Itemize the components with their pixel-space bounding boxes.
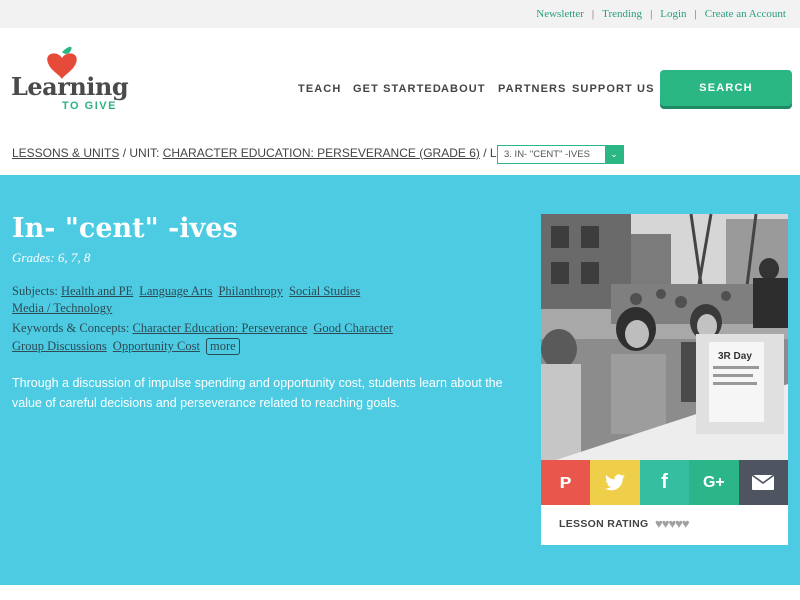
facebook-icon[interactable]: f — [639, 460, 690, 505]
breadcrumb-lessons-link[interactable]: LESSONS & UNITS — [12, 146, 119, 160]
nav-support-us[interactable]: SUPPORT US — [572, 83, 655, 95]
lesson-card: 3R Day ᴘ f G+ LESSON RATING ♥♥♥♥♥ — [541, 214, 788, 545]
newsletter-link[interactable]: Newsletter — [536, 8, 584, 20]
lesson-select[interactable]: 3. IN- "CENT" -IVES ⌄ — [497, 145, 624, 164]
lesson-description: Through a discussion of impulse spending… — [12, 376, 503, 410]
search-button[interactable]: SEARCH — [660, 70, 792, 106]
pinterest-icon[interactable]: ᴘ — [541, 460, 591, 505]
more-keywords-button[interactable]: more — [205, 338, 240, 355]
breadcrumb-separator: / UNIT: — [119, 146, 163, 160]
keywords-row: Keywords & Concepts: Character Education… — [12, 321, 399, 336]
lesson-grades: Grades: 6, 7, 8 — [12, 250, 91, 265]
subject-tag[interactable]: Language Arts — [139, 284, 212, 298]
keyword-tag[interactable]: Good Character — [313, 321, 392, 335]
subject-tag[interactable]: Health and PE — [61, 284, 133, 298]
email-icon[interactable] — [738, 460, 788, 505]
rating-hearts-icon[interactable]: ♥♥♥♥♥ — [655, 516, 690, 531]
lesson-rating-label: LESSON RATING — [559, 518, 649, 530]
keyword-tag[interactable]: Character Education: Perseverance — [132, 321, 307, 335]
breadcrumb: LESSONS & UNITS / UNIT: CHARACTER EDUCAT… — [12, 146, 542, 160]
logo-subtitle: TO GIVE — [62, 100, 117, 112]
lesson-select-value: 3. IN- "CENT" -IVES — [504, 149, 590, 160]
nav-get-started[interactable]: GET STARTED — [353, 83, 442, 95]
subject-tag[interactable]: Media / Technology — [12, 301, 112, 315]
share-bar: ᴘ f G+ — [541, 460, 788, 505]
page-footer-edge — [0, 585, 800, 600]
nav-partners[interactable]: PARTNERS — [498, 83, 567, 95]
chevron-down-icon[interactable]: ⌄ — [605, 146, 623, 163]
login-link[interactable]: Login — [660, 8, 686, 20]
photo-sign-text: 3R Day — [718, 351, 752, 362]
lesson-title: In- "cent" -ives — [12, 213, 238, 244]
logo-wordmark: Learning — [11, 72, 129, 101]
create-account-link[interactable]: Create an Account — [705, 8, 786, 20]
utility-bar: Newsletter | Trending | Login | Create an Acco… — [0, 0, 800, 28]
subject-tag[interactable]: Philanthropy — [218, 284, 283, 298]
breadcrumb-unit-link[interactable]: CHARACTER EDUCATION: PERSEVERANCE (GRADE… — [163, 146, 480, 160]
trending-link[interactable]: Trending — [602, 8, 642, 20]
nav-teach[interactable]: TEACH — [298, 83, 341, 95]
google-plus-icon[interactable]: G+ — [689, 460, 739, 505]
keyword-tag[interactable]: Group Discussions — [12, 339, 107, 353]
subjects-row: Subjects: Health and PE Language Arts Phil… — [12, 284, 366, 299]
keywords-label: Keywords & Concepts: — [12, 321, 130, 335]
keywords-row-2: Group Discussions Opportunity Cost more — [12, 338, 240, 355]
lesson-photo: 3R Day — [541, 214, 788, 460]
subject-tag[interactable]: Social Studies — [289, 284, 360, 298]
site-logo[interactable]: Learning TO GIVE — [10, 44, 140, 114]
keyword-tag[interactable]: Opportunity Cost — [113, 339, 200, 353]
twitter-icon[interactable] — [590, 460, 640, 505]
utility-links: Newsletter | Trending | Login | Create an Acco… — [536, 8, 786, 20]
nav-about[interactable]: ABOUT — [441, 83, 486, 95]
subjects-row-2: Media / Technology — [12, 301, 118, 316]
subjects-label: Subjects: — [12, 284, 58, 298]
